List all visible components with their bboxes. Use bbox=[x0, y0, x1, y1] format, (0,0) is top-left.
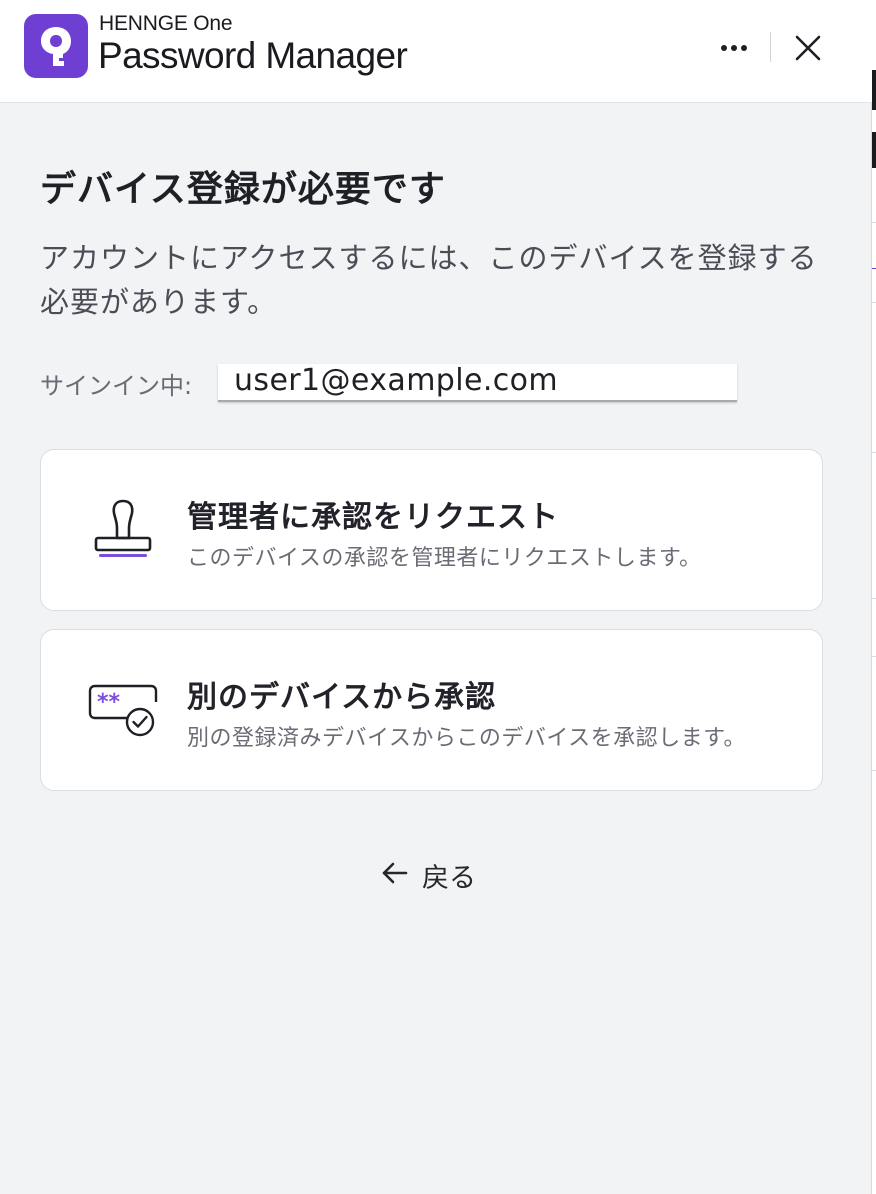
signin-email-field: user1@example.com bbox=[218, 363, 737, 402]
signin-label: サインイン中: bbox=[40, 372, 193, 400]
option-title: 管理者に承認をリクエスト bbox=[187, 500, 559, 535]
option-subtitle: このデバイスの承認を管理者にリクエストします。 bbox=[187, 546, 702, 571]
more-horizontal-icon bbox=[721, 45, 727, 51]
option-subtitle: 別の登録済みデバイスからこのデバイスを承認します。 bbox=[187, 726, 746, 751]
option-title: 別のデバイスから承認 bbox=[187, 680, 497, 715]
background-page-edge bbox=[872, 0, 876, 1194]
page-description: アカウントにアクセスするには、このデバイスを登録する必要があります。 bbox=[40, 241, 818, 319]
logo bbox=[24, 14, 88, 78]
password-check-icon: ** bbox=[88, 684, 158, 737]
header-divider bbox=[770, 32, 771, 62]
brand-title: Password Manager bbox=[98, 35, 408, 76]
key-logo-icon bbox=[41, 27, 71, 66]
header: HENNGE One Password Manager bbox=[0, 0, 872, 103]
signin-email: user1@example.com bbox=[234, 363, 559, 398]
more-menu-button[interactable] bbox=[712, 30, 756, 64]
brand-subtitle: HENNGE One bbox=[99, 12, 233, 35]
request-admin-approval-option[interactable]: 管理者に承認をリクエスト このデバイスの承認を管理者にリクエストします。 bbox=[40, 449, 823, 611]
extension-panel: HENNGE One Password Manager デバイス登録が必要です … bbox=[0, 0, 872, 1194]
back-label: 戻る bbox=[422, 863, 476, 894]
close-button[interactable] bbox=[788, 28, 828, 68]
svg-text:**: ** bbox=[97, 690, 121, 715]
stamp-icon bbox=[94, 499, 152, 557]
page-title: デバイス登録が必要です bbox=[40, 169, 446, 210]
approve-from-other-device-option[interactable]: ** 別のデバイスから承認 別の登録済みデバイスからこのデバイスを承認します。 bbox=[40, 629, 823, 791]
arrow-left-icon bbox=[382, 862, 408, 884]
close-icon bbox=[795, 35, 821, 61]
